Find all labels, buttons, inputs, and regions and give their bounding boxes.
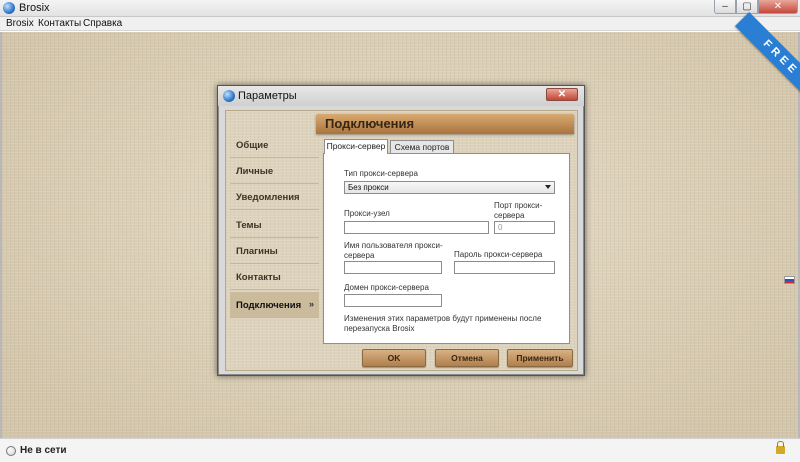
sidebar-item-notifications[interactable]: Уведомления bbox=[230, 184, 319, 210]
dialog-body: Общие Личные Уведомления Темы Плагины Ко… bbox=[225, 110, 578, 371]
sidebar-item-label: Уведомления bbox=[236, 192, 300, 203]
sidebar-item-label: Контакты bbox=[236, 272, 281, 283]
menu-contacts[interactable]: Контакты bbox=[38, 18, 81, 29]
ok-button[interactable]: OK bbox=[362, 349, 426, 367]
menu-brosix[interactable]: Brosix bbox=[6, 18, 34, 29]
proxy-type-value: Без прокси bbox=[348, 183, 389, 192]
proxy-username-input[interactable] bbox=[344, 261, 442, 274]
cancel-button[interactable]: Отмена bbox=[435, 349, 499, 367]
dialog-titlebar[interactable]: Параметры ✕ bbox=[218, 86, 584, 106]
tab-proxy-server[interactable]: Прокси-сервер bbox=[324, 139, 388, 154]
close-window-button[interactable]: ✕ bbox=[758, 0, 798, 14]
status-text[interactable]: Не в сети bbox=[20, 445, 67, 456]
proxy-password-input[interactable] bbox=[454, 261, 555, 274]
apply-button[interactable]: Применить bbox=[507, 349, 573, 367]
brosix-logo-icon bbox=[3, 2, 15, 14]
window-title: Brosix bbox=[19, 2, 50, 14]
tab-port-scheme[interactable]: Схема портов bbox=[390, 140, 454, 154]
maximize-button[interactable]: ▢ bbox=[736, 0, 758, 14]
dialog-title: Параметры bbox=[238, 90, 297, 102]
section-title: Подключения bbox=[325, 116, 415, 131]
sidebar-item-contacts[interactable]: Контакты bbox=[230, 264, 319, 290]
restart-note: Изменения этих параметров будут применен… bbox=[344, 314, 542, 333]
brosix-logo-icon bbox=[223, 90, 235, 102]
sidebar-item-label: Плагины bbox=[236, 246, 278, 257]
double-chevron-right-icon: » bbox=[308, 299, 314, 309]
russian-flag-icon[interactable] bbox=[784, 276, 795, 284]
chevron-down-icon bbox=[545, 185, 551, 189]
proxy-port-input[interactable]: 0 bbox=[494, 221, 555, 234]
settings-dialog: Параметры ✕ Общие Личные Уведомления Тем… bbox=[217, 85, 585, 376]
proxy-settings-panel: Тип прокси-сервера Без прокси Прокси-узе… bbox=[323, 153, 570, 344]
proxy-host-input[interactable] bbox=[344, 221, 489, 234]
sidebar-item-label: Темы bbox=[236, 220, 262, 231]
sidebar-item-personal[interactable]: Личные bbox=[230, 158, 319, 184]
proxy-username-label: Имя пользователя прокси-сервера bbox=[344, 241, 443, 260]
window-titlebar: Brosix – ▢ ✕ bbox=[0, 0, 800, 17]
sidebar-item-label: Подключения bbox=[236, 300, 302, 311]
lock-icon[interactable] bbox=[776, 441, 785, 454]
sidebar-item-themes[interactable]: Темы bbox=[230, 212, 319, 238]
section-header: Подключения bbox=[316, 114, 574, 134]
proxy-type-select[interactable]: Без прокси bbox=[344, 181, 555, 194]
menu-bar: Brosix Контакты Справка bbox=[0, 17, 800, 31]
settings-sidebar: Общие Личные Уведомления Темы Плагины Ко… bbox=[230, 132, 319, 318]
minimize-button[interactable]: – bbox=[714, 0, 736, 14]
sidebar-item-label: Личные bbox=[236, 166, 274, 177]
proxy-host-label: Прокси-узел bbox=[344, 209, 390, 218]
sidebar-item-plugins[interactable]: Плагины bbox=[230, 238, 319, 264]
proxy-port-label: Порт прокси-сервера bbox=[494, 201, 543, 220]
proxy-password-label: Пароль прокси-сервера bbox=[454, 250, 543, 259]
menu-help[interactable]: Справка bbox=[83, 18, 122, 29]
status-offline-icon[interactable] bbox=[6, 446, 16, 456]
proxy-domain-label: Домен прокси-сервера bbox=[344, 283, 429, 292]
sidebar-item-connections[interactable]: Подключения » bbox=[230, 292, 319, 318]
sidebar-item-general[interactable]: Общие bbox=[230, 132, 319, 158]
proxy-domain-input[interactable] bbox=[344, 294, 442, 307]
proxy-type-label: Тип прокси-сервера bbox=[344, 169, 418, 178]
status-bar: Не в сети bbox=[0, 438, 800, 462]
sidebar-item-label: Общие bbox=[236, 140, 269, 151]
dialog-close-button[interactable]: ✕ bbox=[546, 88, 578, 101]
